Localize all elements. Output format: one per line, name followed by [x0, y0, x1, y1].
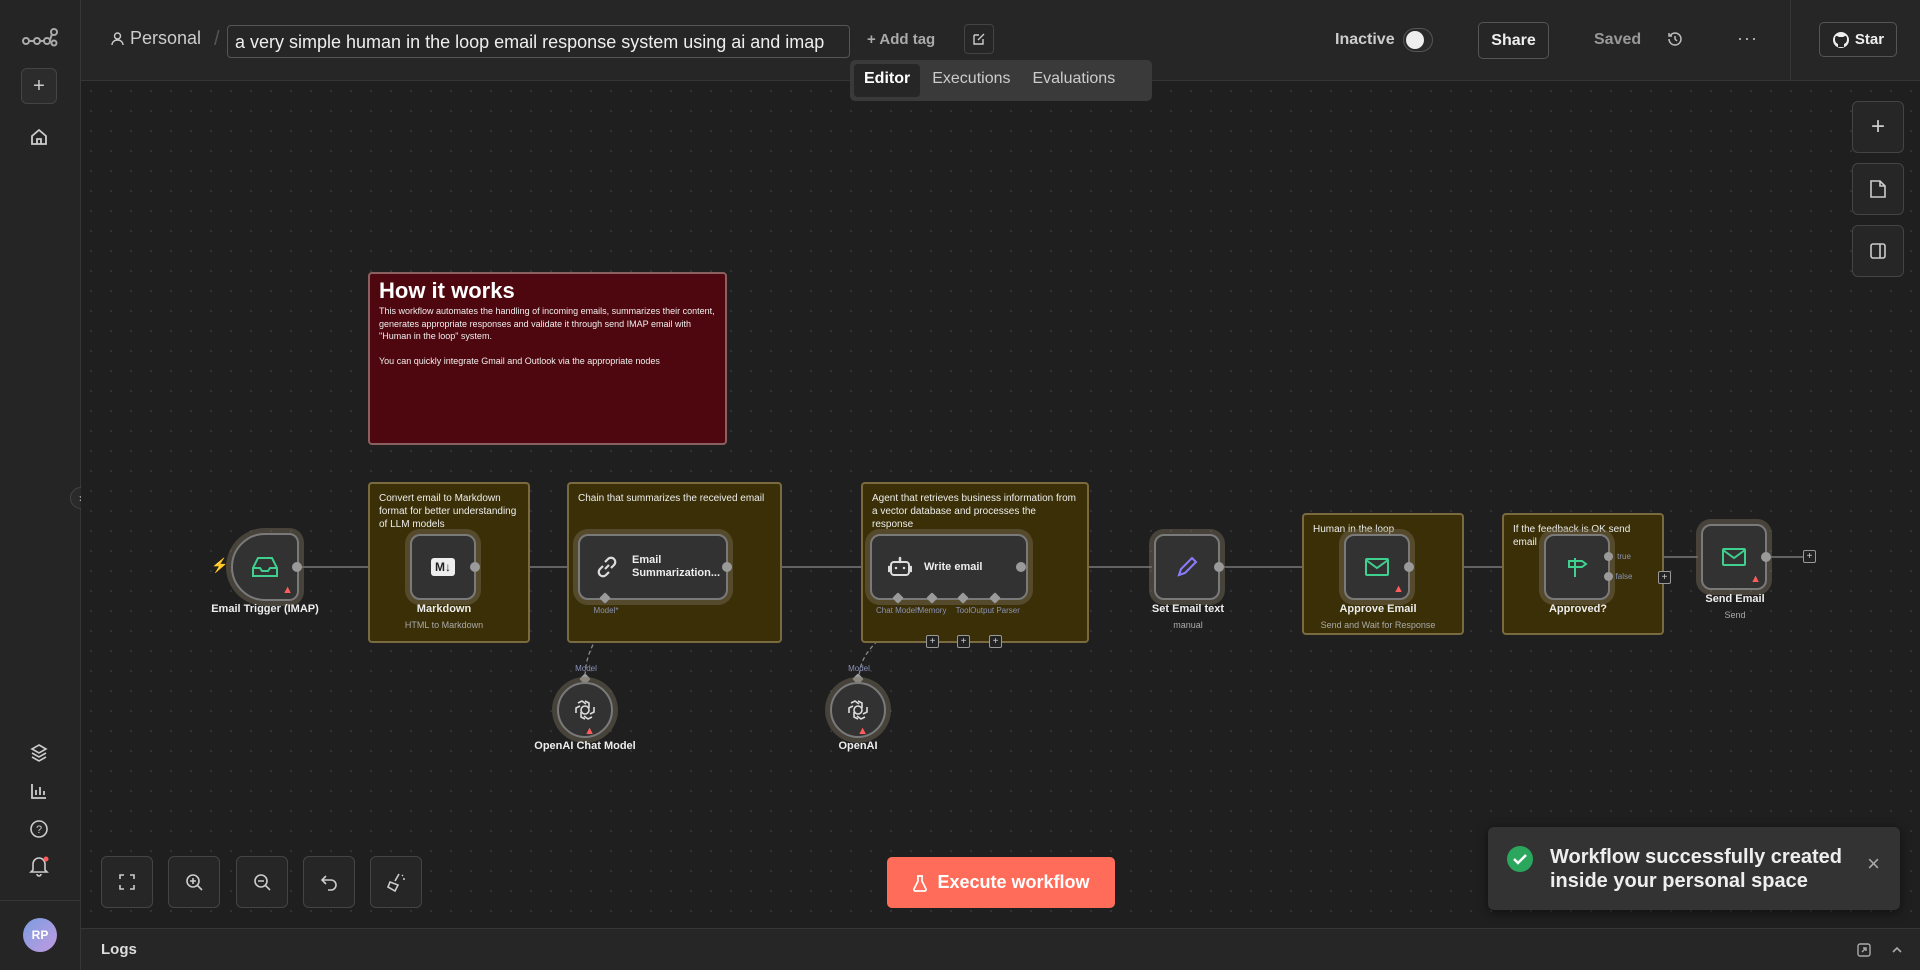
- popout-icon[interactable]: [1856, 942, 1872, 958]
- warning-icon: ▲: [1750, 573, 1761, 585]
- add-parser-button[interactable]: +: [989, 635, 1002, 648]
- warning-icon: ▲: [1393, 583, 1404, 595]
- broom-icon: [386, 873, 405, 892]
- warning-icon: ▲: [857, 725, 868, 737]
- logs-label: Logs: [101, 941, 137, 958]
- add-memory-button[interactable]: +: [926, 635, 939, 648]
- signpost-icon: [1568, 558, 1588, 577]
- logs-bar[interactable]: Logs: [81, 928, 1920, 970]
- approve-email-node[interactable]: ▲: [1344, 534, 1410, 600]
- pencil-icon: [1177, 556, 1198, 577]
- zoom-out-button[interactable]: [236, 856, 288, 908]
- set-email-text-node[interactable]: [1154, 534, 1220, 600]
- memory-port-label: Memory: [917, 606, 947, 615]
- add-next-node-button[interactable]: +: [1803, 550, 1816, 563]
- add-sticky-note-button[interactable]: [1852, 163, 1904, 215]
- mail-icon: [1365, 558, 1389, 576]
- undo-icon: [320, 875, 337, 891]
- tool-port-label: Tool: [955, 606, 971, 615]
- approve-email-sub: Send and Wait for Response: [1320, 620, 1436, 630]
- mail-icon: [1722, 548, 1746, 566]
- tab-editor[interactable]: Editor: [854, 64, 921, 97]
- openai-chat-model-label: OpenAI Chat Model: [534, 740, 636, 752]
- fit-view-button[interactable]: [101, 856, 153, 908]
- openai-icon: [575, 700, 595, 720]
- execute-workflow-label: Execute workflow: [937, 872, 1090, 892]
- write-email-label: Write email: [924, 561, 983, 573]
- set-email-text-label: Set Email text: [1151, 603, 1225, 615]
- false-branch-label: false: [1615, 572, 1633, 581]
- undo-button[interactable]: [303, 856, 355, 908]
- summ-model-port-label: Model*: [593, 606, 619, 615]
- openai-icon: [848, 700, 868, 720]
- trigger-bolt-icon: ⚡: [211, 557, 229, 573]
- toggle-panel-button[interactable]: [1852, 225, 1904, 277]
- markdown-node[interactable]: M↓: [410, 534, 476, 600]
- chat-model-port-label: Chat Model*: [875, 606, 921, 615]
- sticky-note-icon: [1870, 180, 1886, 198]
- markdown-icon: M↓: [431, 558, 455, 576]
- plus-icon: +: [1870, 113, 1885, 140]
- how-it-works-text-2: You can quickly integrate Gmail and Outl…: [379, 355, 660, 366]
- add-node-button[interactable]: +: [1852, 101, 1904, 153]
- email-summarization-label: Email Summarization...: [632, 554, 721, 579]
- openai-chat-model-node[interactable]: ▲: [557, 682, 613, 738]
- tab-executions[interactable]: Executions: [922, 64, 1020, 97]
- markdown-sub: HTML to Markdown: [404, 620, 484, 630]
- warning-icon: ▲: [282, 584, 293, 596]
- how-it-works-title: How it works: [379, 278, 515, 303]
- zoom-in-icon: [186, 874, 203, 891]
- success-toast: Workflow successfully created inside you…: [1488, 827, 1900, 910]
- add-false-branch-button[interactable]: +: [1658, 571, 1671, 584]
- output-parser-port-label: Output Parser: [970, 606, 1020, 615]
- how-it-works-note[interactable]: How it works This workflow automates the…: [368, 272, 727, 445]
- toast-message: Workflow successfully created inside you…: [1550, 846, 1842, 892]
- close-toast-icon[interactable]: ×: [1867, 851, 1880, 877]
- email-trigger-label: Email Trigger (IMAP): [211, 603, 319, 615]
- check-circle-icon: [1507, 846, 1533, 872]
- openai-node[interactable]: ▲: [830, 682, 886, 738]
- openai-port-label: Model: [848, 664, 870, 673]
- add-tool-button[interactable]: +: [957, 635, 970, 648]
- email-summarization-node[interactable]: Email Summarization...: [578, 534, 728, 600]
- markdown-label: Markdown: [416, 603, 472, 615]
- approve-email-label: Approve Email: [1339, 603, 1417, 615]
- openai-label: OpenAI: [838, 740, 878, 752]
- warning-icon: ▲: [584, 725, 595, 737]
- send-email-label: Send Email: [1705, 593, 1765, 605]
- approved-if-node[interactable]: [1544, 534, 1610, 600]
- how-it-works-text: This workflow automates the handling of …: [379, 306, 715, 341]
- set-email-text-sub: manual: [1173, 620, 1203, 630]
- approved-label: Approved?: [1548, 603, 1608, 615]
- zoom-in-button[interactable]: [168, 856, 220, 908]
- execute-workflow-button[interactable]: Execute workflow: [887, 857, 1115, 908]
- openai-chat-model-port-label: Model: [575, 664, 597, 673]
- chevron-up-icon[interactable]: [1890, 943, 1904, 957]
- chain-link-icon: [597, 556, 617, 578]
- flask-icon: [913, 874, 928, 892]
- tidy-up-button[interactable]: [370, 856, 422, 908]
- view-tabs: Editor Executions Evaluations: [850, 60, 1152, 101]
- robot-icon: [888, 556, 912, 576]
- true-branch-label: true: [1617, 552, 1631, 561]
- tab-evaluations[interactable]: Evaluations: [1022, 64, 1125, 97]
- send-email-node[interactable]: ▲: [1701, 524, 1767, 590]
- zoom-out-icon: [254, 874, 271, 891]
- panel-icon: [1870, 243, 1886, 259]
- fullscreen-icon: [119, 874, 135, 890]
- email-trigger-node[interactable]: ▲: [231, 533, 299, 601]
- write-email-node[interactable]: Write email: [870, 534, 1028, 600]
- send-email-sub: Send: [1724, 610, 1746, 620]
- inbox-icon: [252, 557, 278, 577]
